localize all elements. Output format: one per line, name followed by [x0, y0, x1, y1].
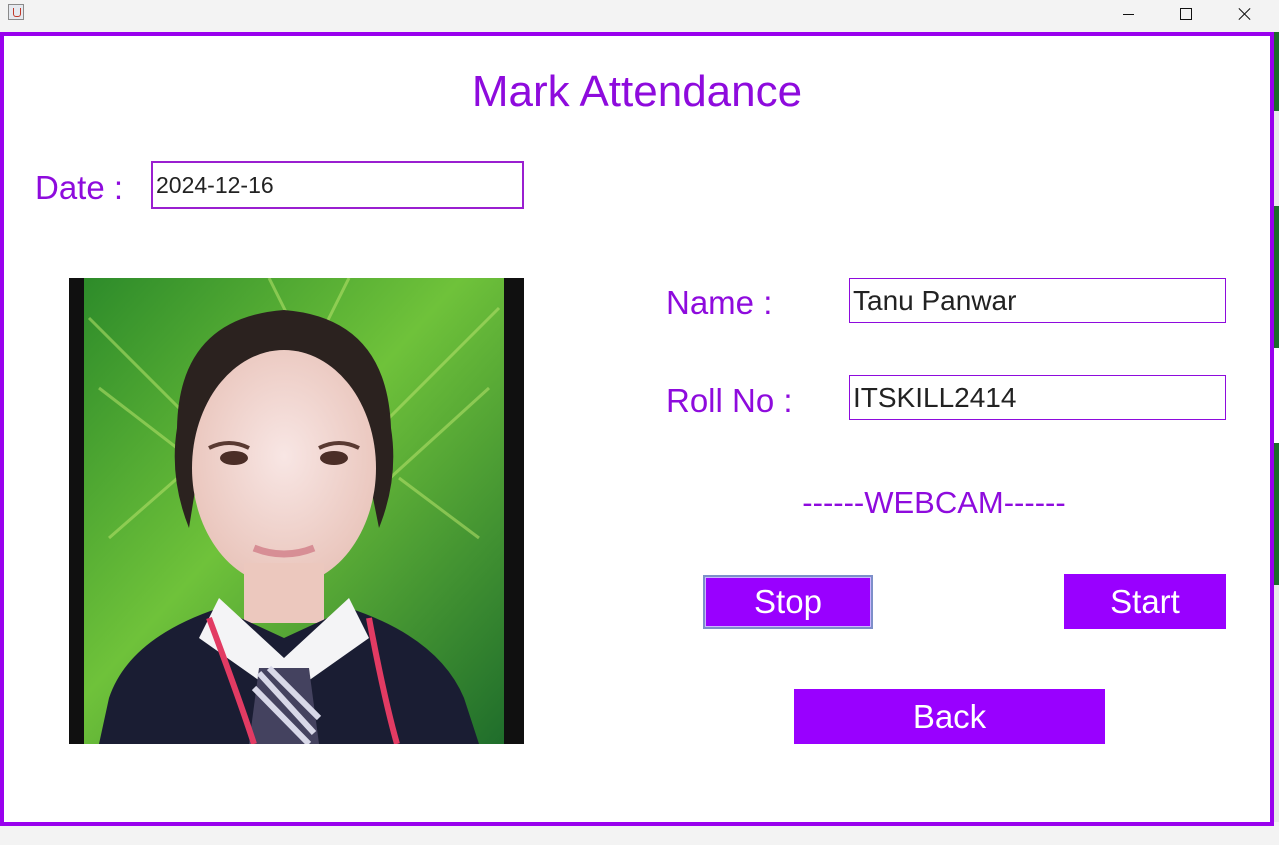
name-label: Name :	[666, 284, 773, 321]
maximize-icon	[1180, 8, 1192, 20]
stop-button[interactable]: Stop	[703, 575, 873, 629]
minimize-button[interactable]	[1099, 0, 1157, 28]
close-button[interactable]	[1216, 0, 1274, 28]
webcam-preview-image	[69, 278, 524, 744]
date-field[interactable]	[151, 161, 524, 209]
roll-no-field[interactable]	[849, 375, 1226, 420]
roll-no-label: Roll No :	[666, 382, 793, 419]
maximize-button[interactable]	[1157, 0, 1215, 28]
date-label: Date :	[35, 169, 124, 206]
start-button[interactable]: Start	[1064, 574, 1226, 629]
page-title: Mark Attendance	[471, 67, 803, 116]
close-icon	[1238, 7, 1252, 21]
webcam-section-label: ------WEBCAM------	[802, 485, 1066, 520]
name-field[interactable]	[849, 278, 1226, 323]
minimize-icon	[1122, 13, 1134, 15]
back-button[interactable]: Back	[794, 689, 1105, 744]
java-app-icon[interactable]	[8, 4, 24, 20]
window-titlebar	[0, 0, 1279, 32]
